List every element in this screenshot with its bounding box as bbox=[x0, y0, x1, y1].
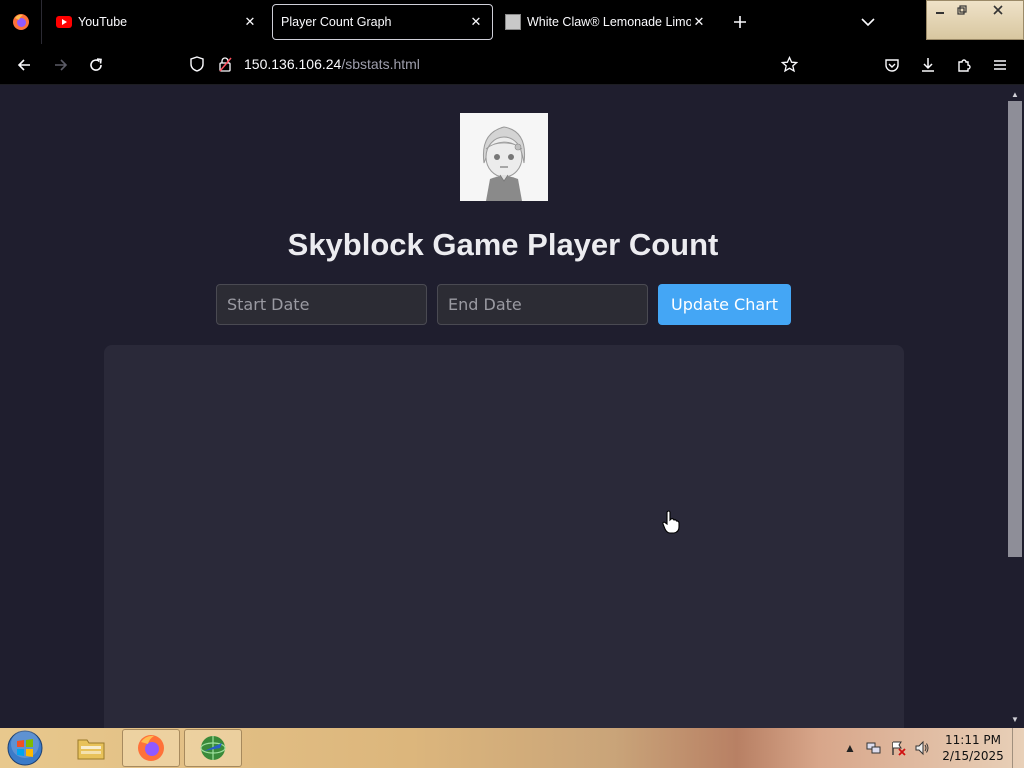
puzzle-icon bbox=[958, 59, 971, 72]
url-text[interactable]: 150.136.106.24/sbstats.html bbox=[244, 56, 420, 72]
minimize-icon bbox=[936, 11, 944, 14]
list-all-tabs-button[interactable] bbox=[856, 10, 880, 34]
back-button[interactable] bbox=[11, 52, 37, 78]
show-desktop-button[interactable] bbox=[1012, 728, 1024, 768]
page-title: Skyblock Game Player Count bbox=[287, 227, 719, 262]
favicon-image bbox=[505, 14, 521, 30]
tab-player-count-graph[interactable]: Player Count Graph ✕ bbox=[272, 4, 493, 40]
chart-container bbox=[104, 345, 904, 728]
lock-warning-icon[interactable] bbox=[217, 56, 233, 77]
reload-icon bbox=[90, 58, 102, 71]
taskbar-file-explorer[interactable] bbox=[62, 729, 120, 767]
pocket-button[interactable] bbox=[879, 52, 905, 78]
hand-cursor-icon bbox=[662, 510, 680, 534]
hamburger-menu-icon bbox=[994, 60, 1006, 70]
start-button[interactable] bbox=[5, 729, 45, 767]
windows-logo-icon bbox=[7, 730, 43, 766]
scrollbar-thumb[interactable] bbox=[1008, 101, 1022, 557]
extensions-button[interactable] bbox=[951, 52, 977, 78]
start-date-input[interactable] bbox=[216, 284, 427, 325]
tab-title: Player Count Graph bbox=[281, 15, 392, 29]
arrow-right-icon bbox=[55, 59, 68, 71]
downloads-button[interactable] bbox=[915, 52, 941, 78]
tab-title: White Claw® Lemonade Limonade bbox=[527, 15, 691, 29]
download-icon bbox=[922, 58, 934, 72]
end-date-input[interactable] bbox=[437, 284, 648, 325]
reload-button[interactable] bbox=[83, 52, 109, 78]
arrow-left-icon bbox=[17, 59, 30, 71]
clock-date: 2/15/2025 bbox=[942, 749, 1004, 763]
app-menu-button[interactable] bbox=[987, 52, 1013, 78]
taskbar-firefox[interactable] bbox=[122, 729, 180, 767]
window-controls bbox=[926, 0, 1024, 40]
chevron-down-icon bbox=[861, 18, 875, 27]
avatar-image bbox=[460, 113, 548, 201]
system-tray: ▲ bbox=[840, 728, 936, 768]
clock-time: 11:11 PM bbox=[945, 733, 1001, 747]
new-tab-button[interactable] bbox=[728, 10, 752, 34]
page-content: Skyblock Game Player Count Update Chart bbox=[0, 85, 1006, 728]
bookmark-star-icon[interactable] bbox=[780, 55, 799, 78]
network-icon[interactable] bbox=[864, 738, 884, 758]
windows-taskbar: ▲ 11:11 PM 2/15/2025 bbox=[0, 728, 1024, 768]
action-center-flag-icon[interactable] bbox=[888, 738, 908, 758]
shield-icon[interactable] bbox=[189, 56, 205, 77]
close-window-button[interactable] bbox=[975, 2, 1021, 17]
taskbar-clock[interactable]: 11:11 PM 2/15/2025 bbox=[940, 732, 1006, 764]
youtube-icon bbox=[56, 16, 72, 28]
close-icon[interactable]: ✕ bbox=[691, 14, 707, 30]
address-bar[interactable]: 150.136.106.24/sbstats.html bbox=[180, 48, 810, 80]
url-path: /sbstats.html bbox=[341, 56, 420, 72]
show-hidden-icons-icon[interactable]: ▲ bbox=[840, 738, 860, 758]
close-icon bbox=[993, 4, 1003, 15]
vertical-scrollbar[interactable]: ▲ ▼ bbox=[1006, 85, 1024, 728]
plus-icon bbox=[734, 16, 746, 28]
taskbar-network-app[interactable] bbox=[184, 729, 242, 767]
minimize-button[interactable] bbox=[929, 2, 951, 17]
navigation-toolbar: 150.136.106.24/sbstats.html bbox=[0, 44, 1024, 85]
firefox-view-button[interactable] bbox=[0, 0, 42, 44]
pocket-icon bbox=[885, 59, 899, 72]
scroll-down-icon[interactable]: ▼ bbox=[1006, 712, 1024, 726]
restore-button[interactable] bbox=[951, 2, 973, 17]
update-chart-button[interactable]: Update Chart bbox=[658, 284, 791, 325]
tab-title: YouTube bbox=[78, 15, 128, 29]
folder-icon bbox=[77, 739, 105, 760]
url-host: 150.136.106.24 bbox=[244, 56, 342, 72]
close-icon[interactable]: ✕ bbox=[468, 14, 484, 30]
scroll-up-icon[interactable]: ▲ bbox=[1006, 87, 1024, 101]
forward-button[interactable] bbox=[48, 52, 74, 78]
volume-icon[interactable] bbox=[912, 738, 932, 758]
firefox-icon bbox=[138, 735, 164, 761]
restore-icon bbox=[957, 4, 967, 15]
firefox-icon bbox=[12, 14, 29, 30]
tab-strip: YouTube ✕ Player Count Graph ✕ White Cla… bbox=[0, 0, 1024, 44]
close-icon[interactable]: ✕ bbox=[242, 14, 258, 30]
tab-white-claw[interactable]: White Claw® Lemonade Limonade ✕ bbox=[497, 4, 715, 40]
globe-download-icon bbox=[200, 736, 226, 760]
tab-youtube[interactable]: YouTube ✕ bbox=[48, 4, 266, 40]
